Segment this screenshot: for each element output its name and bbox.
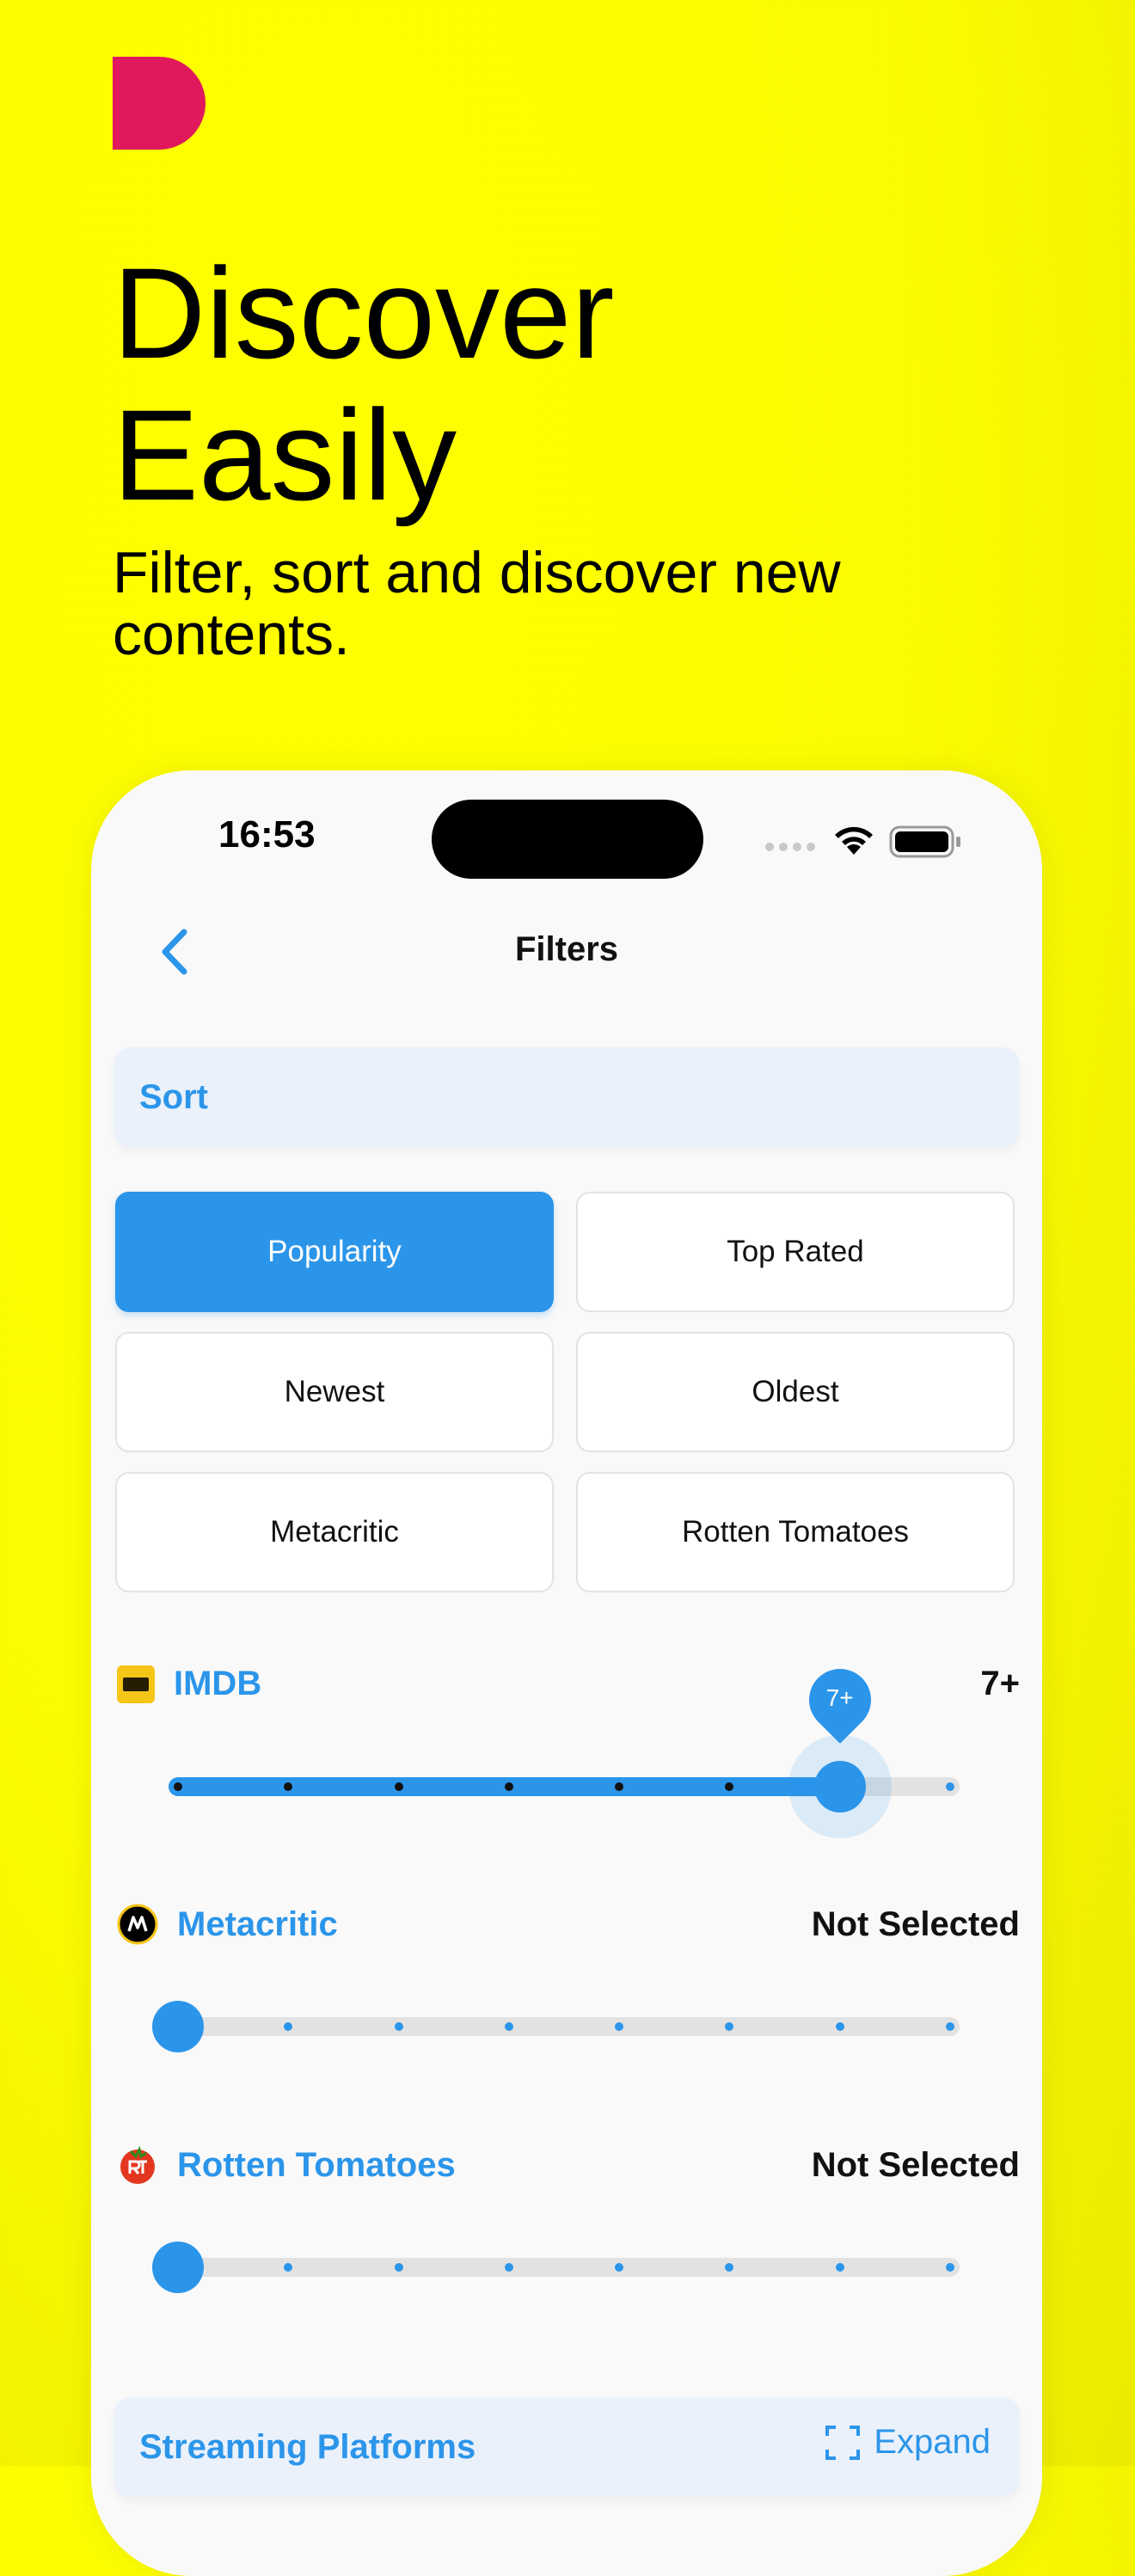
sort-option-top-rated[interactable]: Top Rated — [576, 1192, 1015, 1312]
sort-option-rotten-tomatoes[interactable]: Rotten Tomatoes — [576, 1472, 1015, 1592]
metacritic-rating-slider[interactable] — [152, 2001, 960, 2052]
slider-tick — [394, 2022, 403, 2031]
rotten-tomatoes-rating-slider[interactable] — [152, 2242, 960, 2293]
metacritic-icon — [117, 1904, 158, 1945]
slider-tick — [284, 2263, 293, 2272]
dynamic-island — [432, 800, 703, 879]
promo-subtitle: Filter, sort and discover new contents. — [113, 540, 841, 667]
wifi-icon — [832, 824, 875, 861]
slider-tick — [394, 2263, 403, 2272]
rotten-tomatoes-icon — [120, 2145, 155, 2184]
sort-section-title: Sort — [139, 1078, 208, 1116]
sort-option-metacritic[interactable]: Metacritic — [115, 1472, 554, 1592]
streaming-platforms-header: Streaming Platforms Expand — [114, 2397, 1020, 2497]
imdb-filter-name: IMDB — [174, 1665, 262, 1702]
sort-section-header: Sort — [114, 1047, 1020, 1147]
promo-headline: Discover Easily — [113, 242, 614, 526]
slider-tick — [615, 2022, 624, 2031]
slider-tick — [504, 2263, 513, 2272]
slider-tick — [394, 1782, 403, 1791]
slider-value-pin-label: 7+ — [825, 1684, 854, 1711]
nav-title: Filters — [514, 930, 619, 968]
imdb-filter-label: IMDB — [117, 1665, 261, 1703]
battery-icon — [889, 825, 963, 862]
slider-tick — [835, 2263, 844, 2272]
slider-tick — [946, 1782, 954, 1791]
app-logo — [113, 57, 206, 150]
expand-button[interactable]: Expand — [824, 2423, 991, 2462]
slider-tick — [835, 2022, 844, 2031]
slider-tick — [725, 2263, 734, 2272]
expand-icon — [825, 2425, 861, 2460]
rotten-tomatoes-filter-value: Not Selected — [811, 2146, 1020, 2184]
metacritic-filter-name: Metacritic — [177, 1904, 338, 1943]
slider-tick — [946, 2022, 954, 2031]
sort-option-newest[interactable]: Newest — [115, 1332, 554, 1452]
metacritic-filter-label: Metacritic — [117, 1904, 338, 1945]
phone-screen: 16:53 Filters Sort Popularity Top Rated … — [91, 770, 1042, 2576]
slider-tick — [615, 2263, 624, 2272]
rotten-tomatoes-filter-label: Rotten Tomatoes — [117, 2144, 456, 2186]
slider-thumb[interactable] — [152, 2242, 204, 2293]
slider-tick — [284, 2022, 293, 2031]
headline-line-2: Easily — [113, 383, 457, 527]
imdb-rating-slider[interactable]: 7+ — [169, 1656, 960, 1838]
status-time: 16:53 — [218, 813, 316, 856]
slider-tick — [504, 1782, 513, 1791]
expand-label: Expand — [874, 2423, 991, 2461]
imdb-icon — [117, 1665, 155, 1703]
slider-tick — [725, 2022, 734, 2031]
cellular-signal-icon — [764, 841, 816, 857]
headline-line-1: Discover — [113, 241, 615, 385]
slider-tick — [174, 1782, 182, 1791]
streaming-platforms-title: Streaming Platforms — [139, 2428, 476, 2466]
sort-option-oldest[interactable]: Oldest — [576, 1332, 1015, 1452]
slider-thumb[interactable] — [813, 1761, 866, 1812]
slider-thumb[interactable] — [152, 2001, 204, 2052]
imdb-filter-value: 7+ — [980, 1665, 1020, 1702]
slider-tick — [946, 2263, 954, 2272]
sort-option-popularity[interactable]: Popularity — [115, 1192, 554, 1312]
rotten-tomatoes-filter-name: Rotten Tomatoes — [177, 2145, 456, 2184]
slider-tick — [504, 2022, 513, 2031]
metacritic-filter-value: Not Selected — [811, 1905, 1020, 1943]
